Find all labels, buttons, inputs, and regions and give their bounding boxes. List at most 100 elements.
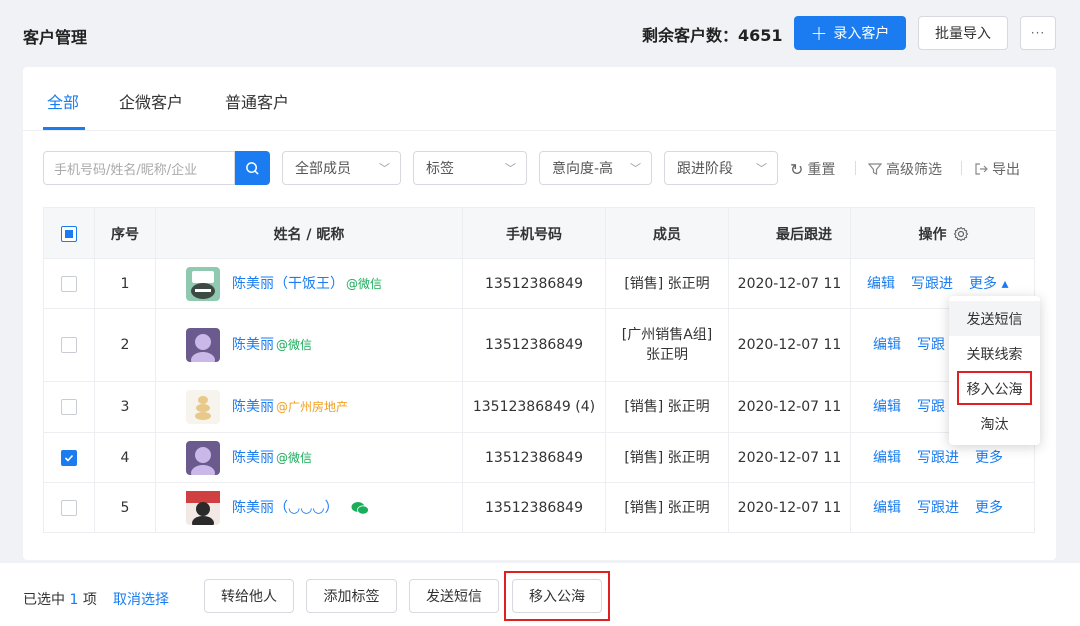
edit-link[interactable]: 编辑 (873, 335, 901, 355)
check-icon (64, 454, 74, 462)
row-name-cell: 陈美丽（干饭王） @微信 (156, 259, 463, 308)
row-select-cell (44, 382, 95, 432)
write-follow-link[interactable]: 写跟 (917, 397, 945, 417)
row-index: 1 (95, 259, 156, 308)
edit-link[interactable]: 编辑 (873, 498, 901, 518)
customer-name[interactable]: 陈美丽（◡◡◡） (232, 498, 339, 518)
customer-name[interactable]: 陈美丽（干饭王） @微信 (232, 274, 382, 294)
edit-link[interactable]: 编辑 (873, 397, 901, 417)
row-name-cell: 陈美丽 @微信 (156, 309, 463, 381)
more-link[interactable]: 更多 (975, 498, 1003, 518)
transfer-button[interactable]: 转给他人 (204, 579, 294, 613)
reset-label: 重置 (807, 162, 836, 178)
toolbar-divider (855, 161, 856, 175)
row-phone: 13512386849 (463, 433, 606, 482)
add-customer-button[interactable]: + 录入客户 (794, 16, 906, 50)
search-button[interactable] (235, 151, 270, 185)
plus-icon: + (810, 21, 828, 45)
customer-name[interactable]: 陈美丽 @广州房地产 (232, 397, 348, 417)
more-link[interactable]: 更多 (975, 448, 1003, 468)
customer-source-tag: @微信 (276, 450, 313, 465)
add-tag-button[interactable]: 添加标签 (306, 579, 397, 613)
row-last-follow: 2020-12-07 11 (729, 483, 851, 532)
intent-select-value: 意向度-高 (552, 161, 614, 177)
avatar (186, 266, 220, 301)
search-icon (246, 161, 259, 175)
row-member: [销售] 张正明 (606, 382, 729, 432)
row-phone: 13512386849 (463, 259, 606, 308)
customer-name[interactable]: 陈美丽 @微信 (232, 335, 312, 355)
row-name-cell: 陈美丽 @广州房地产 (156, 382, 463, 432)
batch-action-bar: 已选中 1 项 取消选择 转给他人 添加标签 发送短信 移入公海 (0, 563, 1080, 626)
row-checkbox[interactable] (61, 499, 77, 516)
row-index: 4 (95, 433, 156, 482)
row-checkbox[interactable] (61, 399, 77, 415)
table-row: 4 陈美丽 @微信 13512386849 [销售] 张正明 2020-12-07… (43, 433, 1035, 483)
add-customer-label: 录入客户 (833, 26, 890, 42)
row-select-cell (44, 433, 95, 482)
menu-item-send-sms[interactable]: 发送短信 (949, 301, 1040, 336)
export-button[interactable]: 导出 (974, 159, 1020, 179)
last-follow-header-label: 最后跟进 (776, 227, 832, 243)
write-follow-link[interactable]: 写跟进 (917, 448, 959, 468)
row-checkbox[interactable] (61, 449, 77, 466)
cancel-selection-link[interactable]: 取消选择 (113, 589, 169, 609)
row-member: [销售] 张正明 (606, 259, 729, 308)
chevron-down-icon: ﹀ (379, 162, 390, 175)
table-row: 2 陈美丽 @微信 13512386849 [广州销售A组] 张正明 2020-1… (43, 309, 1035, 382)
select-all-checkbox[interactable] (61, 226, 77, 242)
menu-item-eliminate[interactable]: 淘汰 (949, 406, 1040, 441)
main-card: 全部 企微客户 普通客户 手机号码/姓名/昵称/企业 全部成员 ﹀ 标签 ﹀ 意… (23, 67, 1056, 560)
selected-count: 1 (69, 592, 79, 608)
batch-import-button[interactable]: 批量导入 (918, 16, 1008, 50)
gear-icon[interactable] (953, 226, 969, 242)
export-label: 导出 (992, 162, 1020, 178)
write-follow-link[interactable]: 写跟 (917, 335, 945, 355)
select-all-cell (44, 208, 95, 260)
edit-link[interactable]: 编辑 (873, 448, 901, 468)
tab-normal-customers[interactable]: 普通客户 (225, 89, 289, 113)
advanced-filter-label: 高级筛选 (886, 162, 942, 178)
column-header-phone: 手机号码 (463, 208, 606, 260)
edit-link[interactable]: 编辑 (867, 274, 895, 294)
more-menu-button[interactable]: ··· (1020, 16, 1056, 50)
tab-all[interactable]: 全部 (47, 89, 79, 113)
row-phone: 13512386849 (4) (463, 382, 606, 432)
search-input[interactable]: 手机号码/姓名/昵称/企业 (43, 151, 235, 185)
advanced-filter-button[interactable]: 高级筛选 (868, 159, 942, 179)
row-name-cell: 陈美丽 @微信 (156, 433, 463, 482)
row-last-follow: 2020-12-07 11 (729, 309, 851, 381)
customer-name[interactable]: 陈美丽 @微信 (232, 448, 312, 468)
tab-wecom-customers[interactable]: 企微客户 (119, 89, 183, 113)
table-row: 5 陈美丽（◡◡◡） 13512386849 [销售] 张正明 2020-12-… (43, 483, 1035, 533)
row-member: [销售] 张正明 (606, 433, 729, 482)
stage-select[interactable]: 跟进阶段 ﹀ (664, 151, 778, 185)
write-follow-link[interactable]: 写跟进 (911, 274, 953, 294)
active-tab-indicator (43, 127, 85, 130)
write-follow-link[interactable]: 写跟进 (917, 498, 959, 518)
row-checkbox[interactable] (61, 275, 77, 292)
page-title: 客户管理 (23, 28, 88, 47)
member-select[interactable]: 全部成员 ﹀ (282, 151, 401, 185)
column-header-last-follow[interactable]: 最后跟进 (729, 208, 851, 260)
row-index: 2 (95, 309, 156, 381)
table-row: 3 陈美丽 @广州房地产 13512386849 (4) [销售] 张正明 202… (43, 382, 1035, 433)
chevron-down-icon: ﹀ (505, 162, 516, 175)
tag-select[interactable]: 标签 ﹀ (413, 151, 527, 185)
row-phone: 13512386849 (463, 309, 606, 381)
more-link[interactable]: 更多 ▴ (969, 274, 1008, 294)
refresh-icon: ↻ (790, 159, 804, 179)
row-checkbox[interactable] (61, 337, 77, 353)
table-header: 序号 姓名 / 昵称 手机号码 成员 最后跟进 操作 (43, 207, 1035, 260)
send-sms-button[interactable]: 发送短信 (409, 579, 499, 613)
avatar (186, 440, 220, 481)
wechat-icon (351, 501, 369, 515)
row-index: 5 (95, 483, 156, 532)
row-select-cell (44, 483, 95, 532)
intent-select[interactable]: 意向度-高 ﹀ (539, 151, 652, 185)
row-member: [广州销售A组] 张正明 (606, 309, 729, 381)
chevron-down-icon: ﹀ (756, 162, 767, 175)
actions-header-label: 操作 (918, 227, 947, 243)
menu-item-link-lead[interactable]: 关联线索 (949, 336, 1040, 371)
reset-button[interactable]: ↻ 重置 (790, 159, 835, 179)
